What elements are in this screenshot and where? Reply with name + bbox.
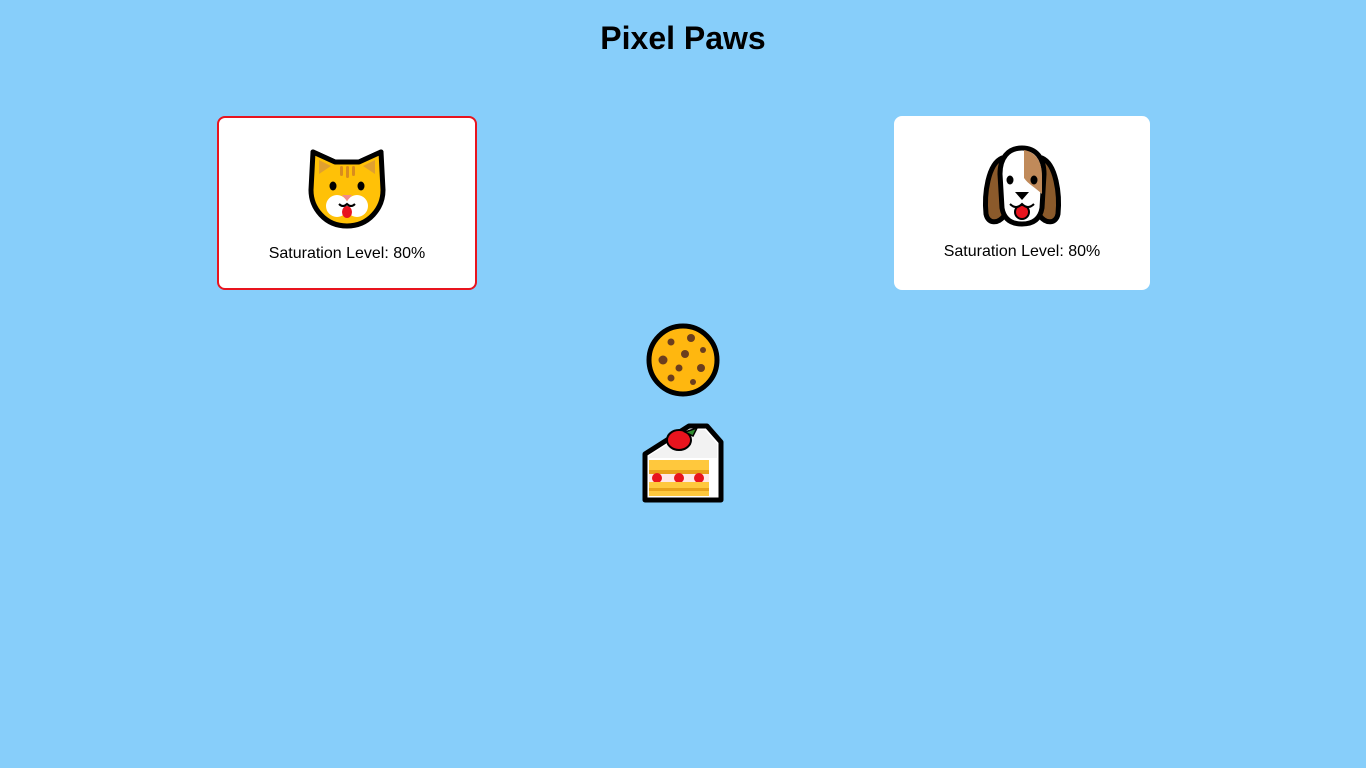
saturation-level-dog: Saturation Level: 80% [943, 243, 1101, 260]
cat-face-icon [308, 149, 386, 229]
cookie-icon[interactable] [641, 318, 725, 402]
saturation-level-cat: Saturation Level: 80% [268, 245, 426, 262]
shortcake-icon[interactable] [641, 420, 725, 504]
dog-face-icon [983, 145, 1061, 227]
pet-card-cat[interactable]: Saturation Level: 80% [217, 116, 477, 290]
pet-card-dog[interactable]: Saturation Level: 80% [894, 116, 1150, 290]
game-title: Pixel Paws [600, 20, 766, 56]
